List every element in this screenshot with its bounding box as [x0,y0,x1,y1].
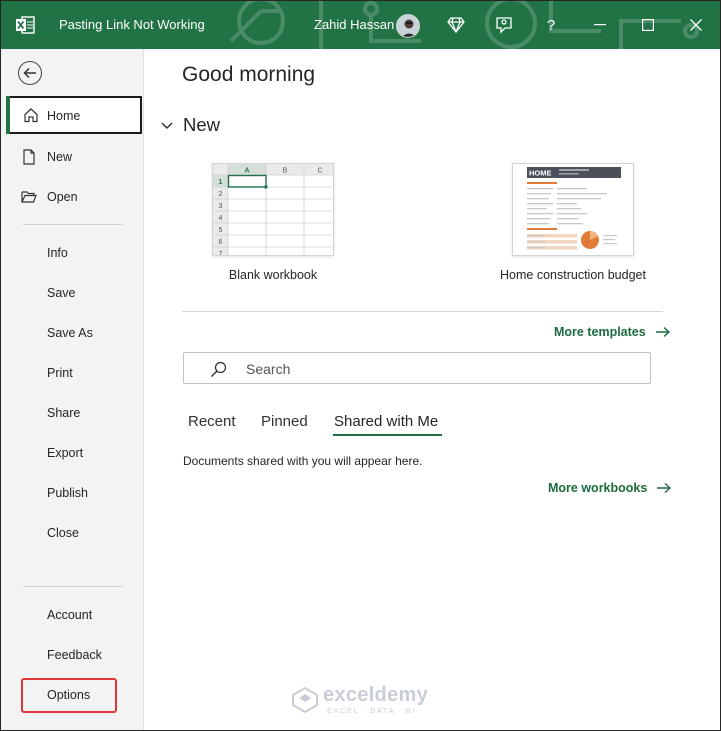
home-icon [24,108,38,123]
sidebar-item-label: Home [47,109,81,123]
new-section-toggle[interactable]: New [160,113,220,137]
sidebar-item-label: Feedback [47,648,102,662]
user-avatar[interactable] [396,14,420,38]
sidebar-item-label: Open [47,190,78,204]
sidebar-item-open[interactable]: Open [1,178,144,216]
section-divider [182,311,663,312]
budget-sheet-thumbnail: HOME [513,164,633,255]
grid-row-header: 7 [219,251,223,256]
grid-row-header: 3 [219,203,223,210]
sidebar-item-account[interactable]: Account [1,596,144,634]
sidebar-item-export[interactable]: Export [1,434,144,472]
sidebar-item-new[interactable]: New [1,138,144,176]
sidebar-item-feedback[interactable]: Feedback [1,636,144,674]
grid-row-header: 2 [219,191,223,198]
spreadsheet-grid-thumbnail: A B C 1 2 3 4 5 6 7 [213,164,333,256]
grid-row-header: 5 [219,227,223,234]
sidebar-item-share[interactable]: Share [1,394,144,432]
template-caption: Home construction budget [500,268,646,282]
sidebar-item-label: Close [47,526,79,540]
sidebar-item-label: Save [47,286,76,300]
sidebar-item-label: New [47,150,73,164]
sidebar-item-label: Print [47,366,73,380]
maximize-icon[interactable] [625,1,671,49]
sidebar-item-label: Share [47,406,81,420]
back-arrow-icon[interactable] [18,61,42,85]
sidebar-item-save-as[interactable]: Save As [1,314,144,352]
watermark-tagline: EXCEL · DATA · BI [327,706,416,715]
document-title: Pasting Link Not Working [59,17,205,32]
grid-row-header: 4 [219,215,223,222]
home-construction-budget-template[interactable]: HOME [512,163,634,256]
arrow-right-icon [655,326,670,338]
tab-pinned[interactable]: Pinned [261,413,308,437]
grid-row-header: 6 [219,239,223,246]
new-document-icon [23,149,35,165]
grid-column-header: C [317,168,322,175]
help-button[interactable]: ? [528,1,574,49]
excel-logo-icon [16,16,35,34]
arrow-right-icon [657,482,672,494]
open-folder-icon [21,191,37,203]
backstage-sidebar: Home New Open Info Save Save As Print Sh… [1,49,144,730]
more-workbooks-label: More workbooks [548,481,648,495]
chevron-down-icon [161,122,173,130]
options-highlight-box [21,678,117,713]
selected-tab-indicator [333,434,442,436]
more-templates-label: More templates [554,325,646,339]
sidebar-item-label: Account [47,608,93,622]
watermark-brand: exceldemy [323,684,428,706]
sidebar-item-close[interactable]: Close [1,514,144,552]
coauthor-icon[interactable] [481,1,527,49]
main-content: Good morning New A B C 1 2 3 4 5 6 7 Bla… [144,49,720,730]
diamond-premium-icon[interactable] [433,1,479,49]
search-icon [211,361,227,377]
grid-row-header: 1 [219,179,223,186]
title-bar: Pasting Link Not Working Zahid Hassan ? [1,1,720,49]
sidebar-item-label: Export [47,446,84,460]
sidebar-divider [23,586,123,587]
sidebar-item-label: Info [47,246,68,260]
sidebar-item-info[interactable]: Info [1,234,144,272]
sidebar-item-home[interactable]: Home [6,96,142,134]
search-input[interactable] [246,358,626,380]
blank-workbook-template[interactable]: A B C 1 2 3 4 5 6 7 [212,163,334,256]
sidebar-item-label: Save As [47,326,93,340]
section-heading: New [183,114,221,135]
exceldemy-watermark: exceldemy EXCEL · DATA · BI [291,684,441,718]
more-workbooks-link[interactable]: More workbooks [548,481,672,495]
sidebar-item-print[interactable]: Print [1,354,144,392]
page-title: Good morning [182,63,316,86]
sidebar-item-label: Publish [47,486,88,500]
budget-thumb-heading: HOME [529,169,552,178]
grid-column-header: B [283,168,288,175]
close-icon[interactable] [673,1,719,49]
grid-column-header: A [244,168,249,175]
search-field[interactable] [183,352,651,384]
tab-recent[interactable]: Recent [188,413,236,437]
template-caption: Blank workbook [228,268,318,282]
minimize-icon[interactable] [577,1,623,49]
user-name[interactable]: Zahid Hassan [314,1,394,49]
empty-state-message: Documents shared with you will appear he… [183,454,423,468]
excel-backstage-window: Pasting Link Not Working Zahid Hassan ? [0,0,721,731]
sidebar-item-save[interactable]: Save [1,274,144,312]
exceldemy-logo-icon [292,686,318,714]
sidebar-item-publish[interactable]: Publish [1,474,144,512]
sidebar-divider [23,224,123,225]
more-templates-link[interactable]: More templates [554,325,671,339]
